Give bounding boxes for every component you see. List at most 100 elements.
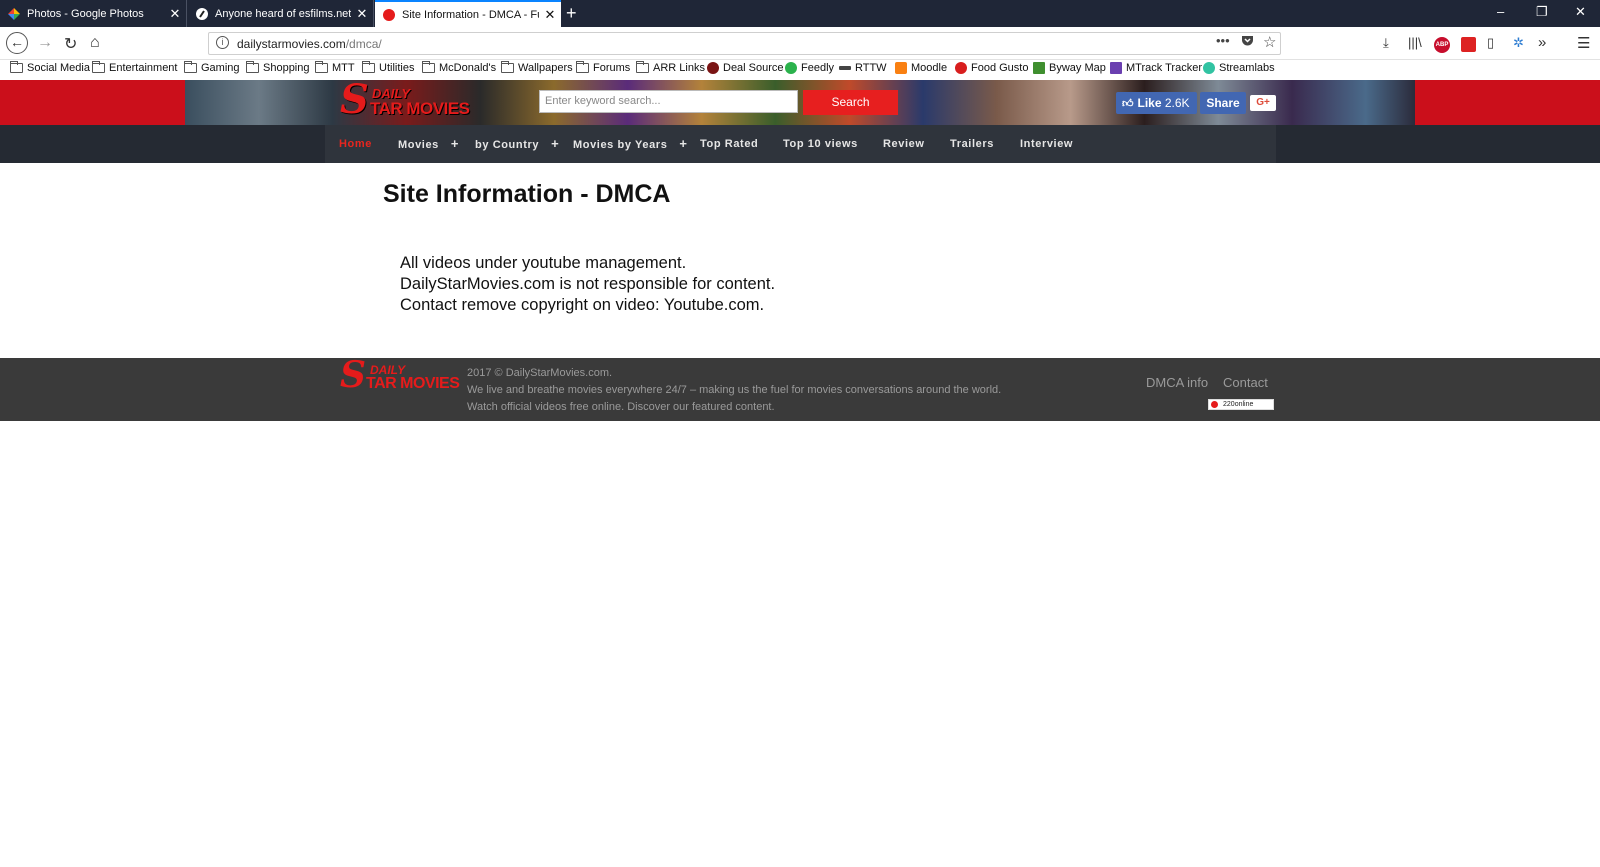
bookmark-label: Utilities bbox=[379, 62, 415, 74]
logo-text-star-movies[interactable]: TAR MOVIES bbox=[370, 99, 470, 119]
page-actions-icon[interactable]: ••• bbox=[1216, 33, 1230, 48]
folder-icon bbox=[422, 61, 435, 73]
bookmark-label: Food Gusto bbox=[971, 62, 1029, 74]
footer-logo[interactable]: S bbox=[340, 356, 366, 394]
bookmark-mtrack-tracker[interactable]: MTrack Tracker bbox=[1110, 62, 1202, 74]
bookmark-deal-source[interactable]: Deal Source bbox=[707, 62, 784, 74]
footer-copyright: 2017 © DailyStarMovies.com. bbox=[467, 367, 613, 379]
bookmark-streamlabs[interactable]: Streamlabs bbox=[1203, 62, 1275, 74]
folder-icon bbox=[362, 61, 375, 73]
library-icon[interactable]: |||\ bbox=[1408, 35, 1422, 50]
menu-item-label: by Country bbox=[475, 139, 540, 151]
bookmark-star-icon[interactable]: ☆ bbox=[1263, 33, 1276, 51]
rttw-icon bbox=[839, 66, 851, 70]
navigation-toolbar: ← → ↻ ⌂ i dailystarmovies.com/dmca/ ••• … bbox=[0, 27, 1600, 60]
bookmark-label: Forums bbox=[593, 62, 631, 74]
bookmark-folder[interactable]: Gaming bbox=[184, 61, 240, 74]
menu-item-trailers[interactable]: Trailers bbox=[950, 125, 994, 163]
overflow-chevron-icon[interactable]: » bbox=[1538, 34, 1546, 51]
moodle-icon bbox=[895, 62, 907, 74]
folder-icon bbox=[315, 61, 328, 73]
expand-plus-icon[interactable]: + bbox=[451, 136, 459, 151]
bookmark-label: Moodle bbox=[911, 62, 948, 74]
pocket-icon[interactable] bbox=[1241, 35, 1254, 50]
menu-item-home[interactable]: Home bbox=[339, 125, 372, 163]
bookmark-folder[interactable]: MTT bbox=[315, 61, 355, 74]
close-tab-icon[interactable]: ✕ bbox=[164, 6, 186, 22]
footer-logo-text-star-movies[interactable]: TAR MOVIES bbox=[366, 375, 460, 393]
bookmark-label: Gaming bbox=[201, 62, 240, 74]
menu-item-label: Trailers bbox=[950, 138, 994, 150]
menu-item-interview[interactable]: Interview bbox=[1020, 125, 1073, 163]
close-window-button[interactable]: ✕ bbox=[1575, 4, 1586, 20]
tab-esfilms-forum[interactable]: Anyone heard of esfilms.net? | ✕ bbox=[188, 0, 374, 27]
google-plus-button[interactable]: G+ bbox=[1250, 95, 1276, 111]
bookmark-label: Deal Source bbox=[723, 62, 784, 74]
bookmark-folder[interactable]: Wallpapers bbox=[501, 61, 573, 74]
new-tab-button[interactable]: + bbox=[566, 3, 577, 24]
url-text[interactable]: dailystarmovies.com/dmca/ bbox=[237, 37, 382, 51]
folder-icon bbox=[184, 61, 197, 73]
bookmark-folder[interactable]: Utilities bbox=[362, 61, 415, 74]
url-path: /dmca/ bbox=[345, 37, 382, 51]
menu-item-review[interactable]: Review bbox=[883, 125, 925, 163]
footer-link-contact[interactable]: Contact bbox=[1223, 375, 1268, 390]
menu-item-top-10-views[interactable]: Top 10 views bbox=[783, 125, 858, 163]
tab-title: Anyone heard of esfilms.net? | bbox=[215, 7, 351, 20]
menu-item-movies-by-years[interactable]: Movies by Years + bbox=[573, 125, 688, 163]
site-info-icon[interactable]: i bbox=[216, 36, 229, 49]
url-host: dailystarmovies.com bbox=[237, 37, 346, 51]
close-tab-icon[interactable]: ✕ bbox=[351, 6, 373, 22]
minimize-button[interactable]: – bbox=[1497, 4, 1504, 19]
bookmark-byway-map[interactable]: Byway Map bbox=[1033, 62, 1106, 74]
facebook-share-button[interactable]: Share bbox=[1200, 92, 1246, 114]
extension-blue-icon[interactable]: ✲ bbox=[1513, 35, 1524, 51]
reload-button[interactable]: ↻ bbox=[64, 34, 77, 54]
search-input[interactable]: Enter keyword search... bbox=[539, 90, 798, 113]
facebook-like-button[interactable]: 👍︎ Like 2.6K bbox=[1116, 92, 1197, 114]
adblock-plus-icon[interactable]: ABP bbox=[1434, 37, 1450, 53]
tab-title: Photos - Google Photos bbox=[27, 7, 144, 20]
site-logo[interactable]: S bbox=[340, 80, 369, 120]
bookmark-moodle[interactable]: Moodle bbox=[895, 62, 947, 74]
menu-item-top-rated[interactable]: Top Rated bbox=[700, 125, 758, 163]
bookmark-folder[interactable]: Shopping bbox=[246, 61, 310, 74]
extension-red-icon[interactable] bbox=[1461, 37, 1476, 52]
bookmark-label: Entertainment bbox=[109, 62, 178, 74]
expand-plus-icon[interactable]: + bbox=[679, 136, 687, 151]
address-bar[interactable]: i dailystarmovies.com/dmca/ ••• ☆ bbox=[208, 32, 1281, 55]
bookmark-folder[interactable]: ARR Links bbox=[636, 61, 705, 74]
tab-dmca[interactable]: Site Information - DMCA - Full ✕ bbox=[375, 0, 561, 27]
bookmark-label: Social Media bbox=[27, 62, 90, 74]
bookmarks-toolbar: Social Media Entertainment Gaming Shoppi… bbox=[0, 60, 1600, 80]
hamburger-menu-icon[interactable]: ☰ bbox=[1577, 34, 1590, 52]
bookmark-rttw[interactable]: RTTW bbox=[839, 62, 887, 74]
close-tab-icon[interactable]: ✕ bbox=[539, 7, 561, 23]
bookmark-feedly[interactable]: Feedly bbox=[785, 62, 834, 74]
bookmark-food-gusto[interactable]: Food Gusto bbox=[955, 62, 1028, 74]
footer-link-dmca[interactable]: DMCA info bbox=[1146, 375, 1208, 390]
online-label: online bbox=[1234, 401, 1254, 408]
restore-button[interactable]: ❐ bbox=[1536, 4, 1548, 20]
bookmark-folder[interactable]: Forums bbox=[576, 61, 631, 74]
expand-plus-icon[interactable]: + bbox=[551, 136, 559, 151]
search-button[interactable]: Search bbox=[803, 90, 898, 115]
bookmark-label: Streamlabs bbox=[1219, 62, 1275, 74]
bookmark-folder[interactable]: Social Media bbox=[10, 61, 90, 74]
menu-item-movies[interactable]: Movies + bbox=[398, 125, 459, 163]
online-counter-badge: 220online bbox=[1208, 399, 1274, 410]
back-button[interactable]: ← bbox=[6, 32, 28, 54]
menu-item-by-country[interactable]: by Country + bbox=[475, 125, 559, 163]
footer-tagline: We live and breathe movies everywhere 24… bbox=[467, 384, 1002, 396]
bookmark-folder[interactable]: Entertainment bbox=[92, 61, 178, 74]
bookmark-folder[interactable]: McDonald's bbox=[422, 61, 496, 74]
sidebar-icon[interactable]: ▯ bbox=[1487, 35, 1494, 51]
tab-google-photos[interactable]: Photos - Google Photos ✕ bbox=[0, 0, 187, 27]
forward-button[interactable]: → bbox=[37, 34, 53, 52]
home-button[interactable]: ⌂ bbox=[90, 34, 100, 52]
menu-item-label: Movies by Years bbox=[573, 139, 668, 151]
page-title: Site Information - DMCA bbox=[383, 180, 671, 208]
notice-line: DailyStarMovies.com is not responsible f… bbox=[400, 275, 776, 293]
feedly-icon bbox=[785, 62, 797, 74]
downloads-icon[interactable]: ⤓ bbox=[1383, 35, 1389, 51]
